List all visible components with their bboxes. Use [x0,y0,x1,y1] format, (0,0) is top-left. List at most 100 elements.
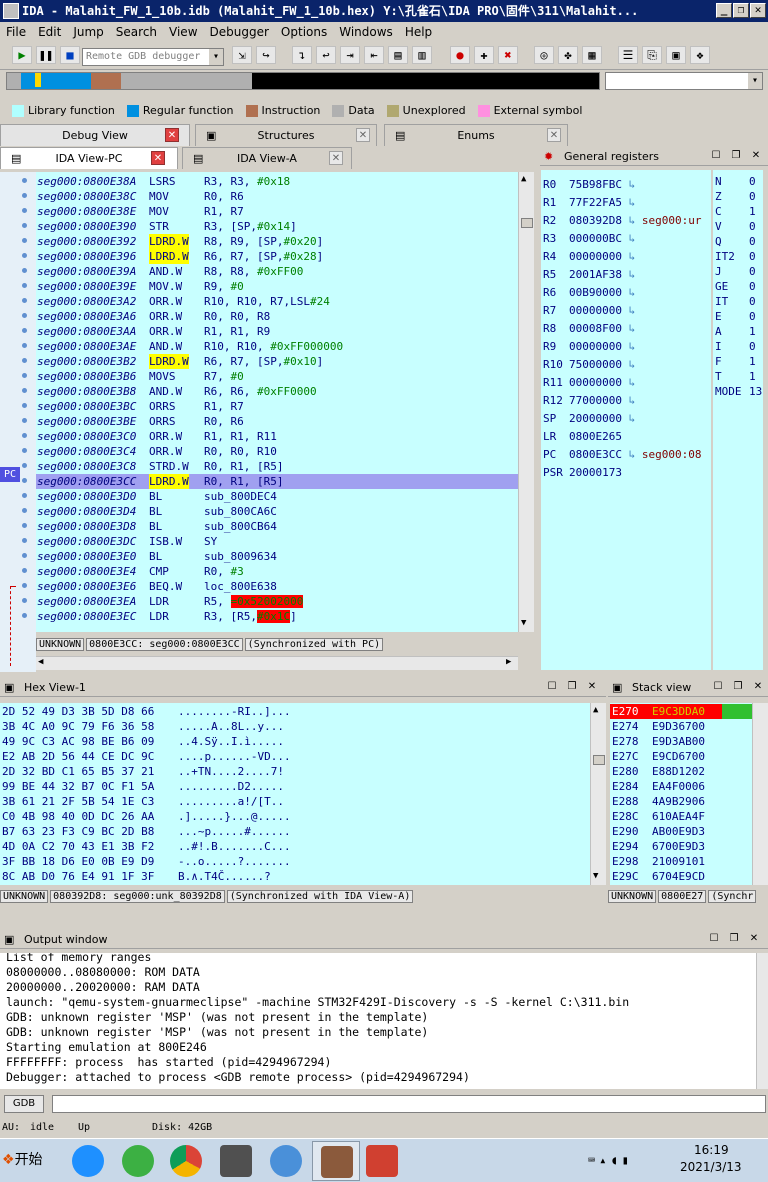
code-line[interactable]: seg000:0800E390 STR R3, [SP,#0x14] [36,219,518,234]
close-icon[interactable]: ✕ [356,128,370,142]
hex-row[interactable]: 3B 4C A0 9C 79 F6 36 58 .....A..8L..y... [2,719,284,734]
hex-row[interactable]: 2D 52 49 D3 3B 5D D8 66 ........-RI..]... [2,704,291,719]
step-into-icon[interactable]: ⇲ [232,46,252,64]
flag-row[interactable]: J0 [715,264,756,279]
code-line[interactable]: seg000:0800E3E0 BL sub_8009634 [36,549,518,564]
hex-row[interactable]: 99 BE 44 32 B7 0C F1 5A .........D2..... [2,779,284,794]
register-value[interactable]: 00B90000 [569,286,622,299]
hex-row[interactable]: 3F BB 18 D6 E0 0B E9 D9 -..o.....?....... [2,854,291,869]
code-line[interactable]: seg000:0800E3E4 CMP R0, #3 [36,564,518,579]
register-row[interactable]: R10 75000000 ↳ [543,356,635,374]
panel-float-icon[interactable]: ❐ [730,150,742,162]
nav-band-bar[interactable] [6,72,600,90]
register-row[interactable]: R1 77F22FA5 ↳ [543,194,635,212]
register-value[interactable]: 20000000 [569,412,622,425]
start-debug-icon[interactable]: ▶ [12,46,32,64]
code-line[interactable]: seg000:0800E3BE ORRS R0, R6 [36,414,518,429]
goto-arrow-icon[interactable]: ↳ [622,196,636,209]
gdb-command-input[interactable] [52,1095,766,1113]
register-row[interactable]: LR 0800E265 [543,428,622,446]
tracing-icon[interactable]: ✤ [558,46,578,64]
window-app-icon[interactable] [366,1145,398,1177]
watch-icon[interactable]: ◎ [534,46,554,64]
code-line[interactable]: seg000:0800E396 LDRD.W R6, R7, [SP,#0x28] [36,249,518,264]
breakpoint-dot[interactable] [22,193,27,198]
goto-arrow-icon[interactable]: ↳ [622,376,636,389]
register-value[interactable]: 080392D8 [569,214,622,227]
panel-restore-icon[interactable]: ☐ [708,933,720,945]
code-line[interactable]: seg000:0800E3C4 ORR.W R0, R0, R10 [36,444,518,459]
breakpoint-dot[interactable] [22,253,27,258]
register-row[interactable]: PSR 20000173 [543,464,622,482]
code-line[interactable]: seg000:0800E39E MOV.W R9, #0 [36,279,518,294]
breakpoint-dot[interactable] [22,418,27,423]
code-line[interactable]: seg000:0800E3C8 STRD.W R0, R1, [R5] [36,459,518,474]
stack-row[interactable]: E278 E9D3AB00 [610,734,758,749]
breakpoint-dot[interactable] [22,388,27,393]
flag-row[interactable]: E0 [715,309,756,324]
close-icon[interactable]: ✕ [165,128,179,142]
breakpoint-dot[interactable] [22,328,27,333]
flag-row[interactable]: C1 [715,204,756,219]
hex-row[interactable]: C0 4B 98 40 0D DC 26 AA .].....}...@..... [2,809,291,824]
tab-structures[interactable]: ▣ Structures ✕ [195,124,377,146]
add-breakpoint-icon[interactable]: ✚ [474,46,494,64]
goto-arrow-icon[interactable]: ↳ [622,250,636,263]
register-row[interactable]: R7 00000000 ↳ [543,302,635,320]
hex-row[interactable]: 49 9C C3 AC 98 BE B6 09 ..4.Sÿ..I.ì..... [2,734,284,749]
register-value[interactable]: 77F22FA5 [569,196,622,209]
code-line[interactable]: seg000:0800E3BC ORRS R1, R7 [36,399,518,414]
minimize-button[interactable]: _ [716,3,732,18]
code-line[interactable]: seg000:0800E3B8 AND.W R6, R6, #0xFF0000 [36,384,518,399]
menu-item-windows[interactable]: Windows [339,25,393,39]
goto-arrow-icon[interactable]: ↳ [622,286,636,299]
breakpoint-dot[interactable] [22,508,27,513]
register-row[interactable]: R2 080392D8 ↳ seg000:ur [543,212,701,230]
general-registers-list[interactable]: R0 75B98FBC ↳ R1 77F22FA5 ↳ R2 080392D8 ↳ s… [541,170,711,670]
goto-arrow-icon[interactable]: ↳ [622,412,636,425]
code-line[interactable]: seg000:0800E3A2 ORR.W R10, R10, R7,LSL#24 [36,294,518,309]
stack-row[interactable]: E284 EA4F0006 [610,779,758,794]
goto-arrow-icon[interactable]: ↳ [622,322,636,335]
hex-row[interactable]: 2D 32 BD C1 65 B5 37 21 ..+TN....2....7! [2,764,284,779]
stack-row[interactable]: E274 E9D36700 [610,719,758,734]
close-icon[interactable]: ✕ [547,128,561,142]
code-line[interactable]: seg000:0800E3D4 BL sub_800CA6C [36,504,518,519]
hex-row[interactable]: 4D 0A C2 70 43 E1 3B F2 ..#!.B.......C... [2,839,291,854]
register-row[interactable]: R4 00000000 ↳ [543,248,635,266]
code-line[interactable]: seg000:0800E3C0 ORR.W R1, R1, R11 [36,429,518,444]
breakpoint-dot[interactable] [22,343,27,348]
run-until-return-icon[interactable]: ⇤ [364,46,384,64]
goto-arrow-icon[interactable]: ↳ [622,268,636,281]
breakpoint-dot[interactable] [22,238,27,243]
code-line[interactable]: seg000:0800E3A6 ORR.W R0, R0, R8 [36,309,518,324]
panel-restore-icon[interactable]: ☐ [712,681,724,693]
close-button[interactable]: ✕ [750,3,766,18]
flag-row[interactable]: IT2 0 [715,249,756,264]
breakpoint-dot[interactable] [22,178,27,183]
register-value[interactable]: 75B98FBC [569,178,622,191]
register-row[interactable]: R9 00000000 ↳ [543,338,635,356]
run-to-cursor-icon[interactable]: ↴ [292,46,312,64]
hex-row[interactable]: 8C AB D0 76 E4 91 1F 3F B.∧.T4Č......? [2,869,271,884]
code-line[interactable]: seg000:0800E3AA ORR.W R1, R1, R9 [36,324,518,339]
flag-row[interactable]: Q0 [715,234,756,249]
view-icon[interactable]: ▣ [666,46,686,64]
breakpoint-dot[interactable] [22,208,27,213]
register-row[interactable]: R0 75B98FBC ↳ [543,176,635,194]
goto-arrow-icon[interactable]: ↳ [622,232,636,245]
breakpoint-dot[interactable] [22,358,27,363]
breakpoint-dot[interactable] [22,283,27,288]
register-row[interactable]: R8 00008F00 ↳ [543,320,635,338]
breakpoint-dot[interactable] [22,493,27,498]
code-line[interactable]: seg000:0800E3EC LDR R3, [R5,#0x1C] [36,609,518,624]
flag-row[interactable]: I0 [715,339,756,354]
code-line[interactable]: seg000:0800E38C MOV R0, R6 [36,189,518,204]
register-value[interactable]: 20000173 [569,466,622,479]
stack-row[interactable]: E27C E9CD6700 [610,749,758,764]
goto-arrow-icon[interactable]: ↳ [622,358,636,371]
goto-arrow-icon[interactable]: ↳ [622,340,636,353]
breakpoint-dot[interactable] [22,568,27,573]
breakpoint-dot[interactable] [22,478,27,483]
register-row[interactable]: PC 0800E3CC ↳ seg000:08 [543,446,701,464]
